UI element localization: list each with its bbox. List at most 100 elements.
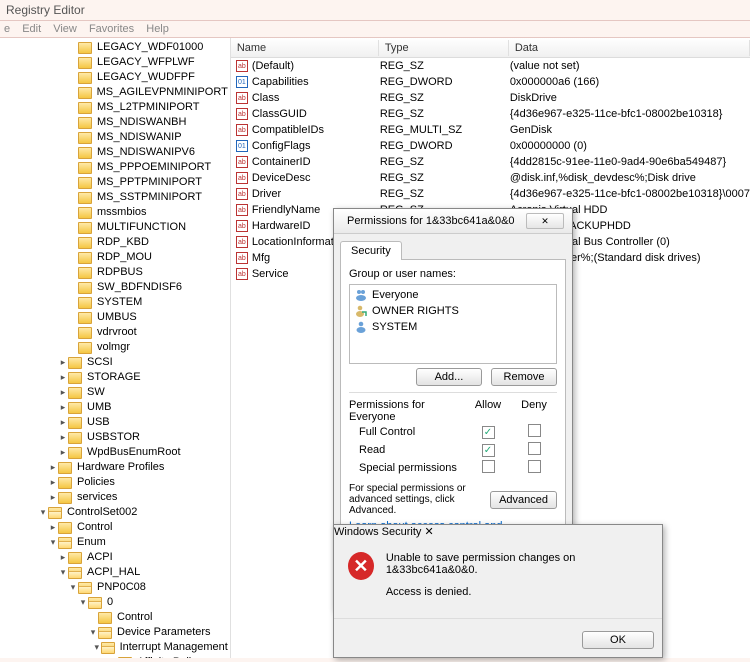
tree-node[interactable]: MS_PPTPMINIPORT	[8, 175, 230, 190]
tree-node[interactable]: ▾PNP0C08	[8, 580, 230, 595]
expand-icon[interactable]: ▾	[68, 580, 78, 595]
tree-node[interactable]: ▸USB	[8, 415, 230, 430]
tree-node[interactable]: ▾Enum	[8, 535, 230, 550]
expand-icon[interactable]: ▸	[58, 550, 68, 565]
value-row[interactable]: 01ConfigFlagsREG_DWORD0x00000000 (0)	[231, 138, 750, 154]
value-row[interactable]: abDriverREG_SZ{4d36e967-e325-11ce-bfc1-0…	[231, 186, 750, 202]
tree-node[interactable]: Affinity Policy	[8, 655, 230, 658]
tree-node[interactable]: ▸STORAGE	[8, 370, 230, 385]
tab-security[interactable]: Security	[340, 241, 402, 260]
user-item[interactable]: OWNER RIGHTS	[352, 303, 554, 319]
user-icon	[354, 320, 368, 334]
expand-icon[interactable]: ▸	[58, 385, 68, 400]
expand-icon[interactable]: ▸	[48, 475, 58, 490]
tree-node[interactable]: mssmbios	[8, 205, 230, 220]
tree-node[interactable]: ▸Hardware Profiles	[8, 460, 230, 475]
expand-icon[interactable]: ▸	[58, 355, 68, 370]
value-row[interactable]: ab(Default)REG_SZ(value not set)	[231, 58, 750, 74]
expand-icon[interactable]: ▸	[58, 370, 68, 385]
tree-node[interactable]: MS_NDISWANIPV6	[8, 145, 230, 160]
tree-node[interactable]: UMBUS	[8, 310, 230, 325]
tree-node[interactable]: LEGACY_WFPLWF	[8, 55, 230, 70]
tree-node[interactable]: RDPBUS	[8, 265, 230, 280]
tree-node[interactable]: ▸UMB	[8, 400, 230, 415]
tree-node[interactable]: LEGACY_WUDFPF	[8, 70, 230, 85]
close-icon[interactable]: ✕	[424, 526, 433, 538]
tree-node[interactable]: MULTIFUNCTION	[8, 220, 230, 235]
tree-node[interactable]: MS_NDISWANIP	[8, 130, 230, 145]
tree-node[interactable]: ▾ACPI_HAL	[8, 565, 230, 580]
expand-icon[interactable]: ▾	[92, 640, 101, 655]
svg-text:ab: ab	[238, 255, 246, 262]
tree-node[interactable]: ▸Policies	[8, 475, 230, 490]
deny-checkbox[interactable]	[528, 460, 541, 473]
tree-node[interactable]: LEGACY_WDF01000	[8, 40, 230, 55]
tree-node[interactable]: MS_NDISWANBH	[8, 115, 230, 130]
value-row[interactable]: abDeviceDescREG_SZ@disk.inf,%disk_devdes…	[231, 170, 750, 186]
tree-node[interactable]: MS_SSTPMINIPORT	[8, 190, 230, 205]
tree-node[interactable]: MS_AGILEVPNMINIPORT	[8, 85, 230, 100]
menu-favorites[interactable]: Favorites	[89, 23, 134, 35]
tree-node[interactable]: ▸USBSTOR	[8, 430, 230, 445]
deny-checkbox[interactable]	[528, 424, 541, 437]
tree-node[interactable]: RDP_KBD	[8, 235, 230, 250]
value-row[interactable]: abContainerIDREG_SZ{4dd2815c-91ee-11e0-9…	[231, 154, 750, 170]
menu-file[interactable]: e	[4, 23, 10, 35]
tree-node[interactable]: volmgr	[8, 340, 230, 355]
advanced-button[interactable]: Advanced	[490, 491, 557, 509]
value-row[interactable]: abClassGUIDREG_SZ{4d36e967-e325-11ce-bfc…	[231, 106, 750, 122]
tree-node[interactable]: vdrvroot	[8, 325, 230, 340]
add-button[interactable]: Add...	[416, 368, 482, 386]
expand-icon[interactable]: ▾	[78, 595, 88, 610]
folder-icon	[78, 132, 92, 144]
expand-icon[interactable]: ▾	[88, 625, 98, 640]
expand-icon[interactable]: ▾	[58, 565, 68, 580]
error-ok-button[interactable]: OK	[582, 631, 654, 649]
value-row[interactable]: 01CapabilitiesREG_DWORD0x000000a6 (166)	[231, 74, 750, 90]
tree-node[interactable]: ▸Control	[8, 520, 230, 535]
tree-node[interactable]: RDP_MOU	[8, 250, 230, 265]
expand-icon[interactable]: ▾	[48, 535, 58, 550]
remove-button[interactable]: Remove	[491, 368, 557, 386]
col-name[interactable]: Name	[231, 40, 379, 56]
tree-node[interactable]: MS_L2TPMINIPORT	[8, 100, 230, 115]
menu-view[interactable]: View	[53, 23, 77, 35]
tree-node[interactable]: ▸SCSI	[8, 355, 230, 370]
expand-icon[interactable]: ▸	[48, 520, 58, 535]
tree-node[interactable]: ▾0	[8, 595, 230, 610]
tree-node[interactable]: SW_BDFNDISF6	[8, 280, 230, 295]
value-row[interactable]: abCompatibleIDsREG_MULTI_SZGenDisk	[231, 122, 750, 138]
tree-node[interactable]: ▾Interrupt Management	[8, 640, 230, 655]
expand-icon[interactable]: ▸	[48, 460, 58, 475]
deny-checkbox[interactable]	[528, 442, 541, 455]
user-list[interactable]: EveryoneOWNER RIGHTSSYSTEM	[349, 284, 557, 364]
value-data: (value not set)	[510, 60, 750, 72]
tree-node[interactable]: ▾Device Parameters	[8, 625, 230, 640]
user-item[interactable]: SYSTEM	[352, 319, 554, 335]
expand-icon[interactable]: ▸	[58, 430, 68, 445]
col-data[interactable]: Data	[509, 40, 750, 56]
expand-icon[interactable]: ▸	[58, 415, 68, 430]
tree-node[interactable]: ▸services	[8, 490, 230, 505]
expand-icon[interactable]: ▸	[48, 490, 58, 505]
tree-node[interactable]: Control	[8, 610, 230, 625]
expand-icon[interactable]: ▸	[58, 445, 68, 460]
close-icon[interactable]: ✕	[526, 213, 564, 229]
tree-node[interactable]: MS_PPPOEMINIPORT	[8, 160, 230, 175]
tree-node[interactable]: ▾ControlSet002	[8, 505, 230, 520]
value-row[interactable]: abClassREG_SZDiskDrive	[231, 90, 750, 106]
menu-help[interactable]: Help	[146, 23, 169, 35]
col-type[interactable]: Type	[379, 40, 509, 56]
expand-icon[interactable]: ▸	[58, 400, 68, 415]
allow-checkbox[interactable]	[482, 444, 495, 457]
allow-checkbox[interactable]	[482, 426, 495, 439]
expand-icon[interactable]: ▾	[38, 505, 48, 520]
tree-node[interactable]: SYSTEM	[8, 295, 230, 310]
user-item[interactable]: Everyone	[352, 287, 554, 303]
menu-edit[interactable]: Edit	[22, 23, 41, 35]
registry-tree[interactable]: LEGACY_WDF01000LEGACY_WFPLWFLEGACY_WUDFP…	[0, 38, 231, 658]
tree-node[interactable]: ▸SW	[8, 385, 230, 400]
tree-node[interactable]: ▸ACPI	[8, 550, 230, 565]
tree-node[interactable]: ▸WpdBusEnumRoot	[8, 445, 230, 460]
allow-checkbox[interactable]	[482, 460, 495, 473]
